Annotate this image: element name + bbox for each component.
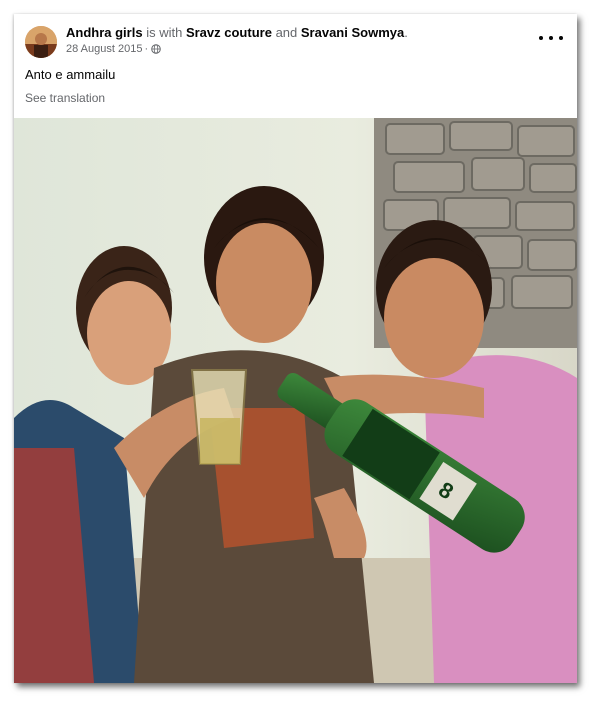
globe-icon (151, 44, 161, 54)
post-date-link[interactable]: 28 August 2015 (66, 43, 142, 55)
post-header: Andhra girls is with Sravz couture and S… (14, 14, 577, 118)
with-text: is with (146, 25, 183, 40)
author-avatar[interactable] (25, 26, 57, 58)
see-translation-link[interactable]: See translation (25, 91, 105, 105)
tagged-user-link-2[interactable]: Sravani Sowmya (301, 25, 404, 40)
photo-image: 8 (14, 118, 577, 683)
meta-separator: · (144, 43, 149, 55)
author-line: Andhra girls is with Sravz couture and S… (66, 25, 408, 40)
and-text: and (275, 25, 298, 40)
post-photo[interactable]: 8 (14, 118, 577, 683)
post-caption: Anto e ammailu (25, 67, 116, 82)
more-options-icon[interactable] (539, 32, 563, 44)
post-meta: 28 August 2015 · (66, 43, 161, 55)
tagged-user-link-1[interactable]: Sravz couture (186, 25, 272, 40)
period-text: . (404, 25, 408, 40)
post-card: Andhra girls is with Sravz couture and S… (14, 14, 577, 683)
author-name-link[interactable]: Andhra girls (66, 25, 143, 40)
avatar-image (25, 26, 57, 58)
